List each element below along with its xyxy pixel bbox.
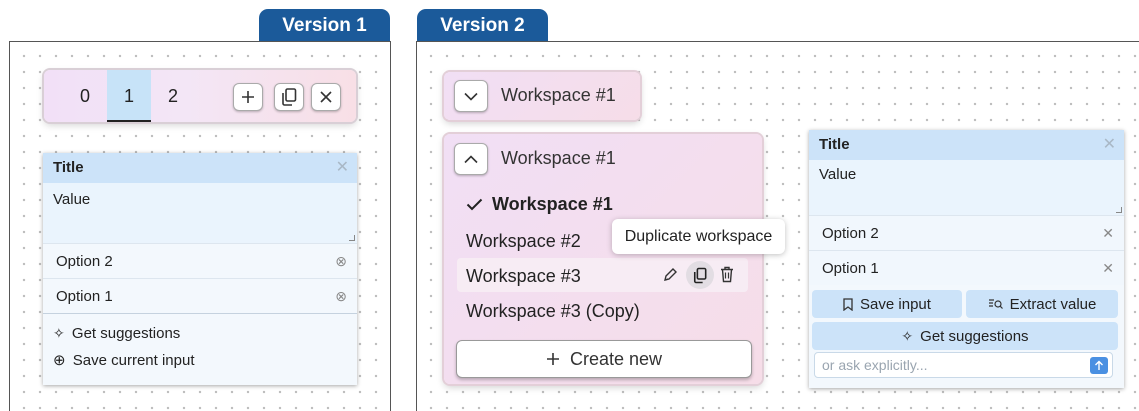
- duplicate-tooltip: Duplicate workspace: [612, 219, 785, 254]
- workspace-item[interactable]: Workspace #3 (Copy): [466, 301, 640, 322]
- collapse-button[interactable]: [454, 143, 488, 175]
- add-button[interactable]: [233, 83, 263, 111]
- close-icon[interactable]: ✕: [1102, 251, 1114, 286]
- copy-button[interactable]: [274, 83, 304, 111]
- close-icon[interactable]: ✕: [336, 153, 349, 183]
- field-title-text: Title: [819, 136, 850, 153]
- rename-button[interactable]: [662, 267, 678, 283]
- duplicate-button[interactable]: [686, 261, 714, 289]
- save-input-label: Save input: [860, 295, 931, 313]
- workspace-item-label: Workspace #3: [466, 266, 581, 286]
- close-icon[interactable]: ✕: [1103, 130, 1116, 160]
- get-suggestions-label: Get suggestions: [71, 325, 181, 342]
- plus-circle-icon: ⊕: [53, 352, 66, 369]
- workspace-item[interactable]: Workspace #2: [466, 231, 581, 252]
- chevron-down-icon: [464, 92, 478, 101]
- trash-icon: [721, 266, 733, 283]
- resize-handle[interactable]: [349, 235, 355, 241]
- plus-icon: [242, 91, 254, 103]
- save-input-button[interactable]: Save input: [812, 290, 962, 318]
- create-new-label: Create new: [569, 348, 663, 369]
- workspace-item-selected[interactable]: Workspace #1: [466, 194, 613, 215]
- get-suggestions-button[interactable]: ✧ Get suggestions: [812, 322, 1118, 350]
- workspace-name: Workspace #1: [501, 148, 616, 168]
- resize-handle[interactable]: [1116, 207, 1122, 213]
- save-current-input-label: Save current input: [72, 352, 195, 369]
- save-current-input-button[interactable]: ⊕ Save current input: [43, 346, 357, 381]
- get-suggestions-button[interactable]: ✧ Get suggestions: [43, 313, 357, 346]
- version-2-tab: Version 2: [417, 9, 548, 41]
- option-row[interactable]: Option 1 ⊗: [43, 278, 357, 313]
- v2-field-card: Title ✕ Value Option 2 ✕ Option 1 ✕ Save…: [809, 130, 1124, 388]
- bookmark-icon: [843, 297, 853, 311]
- tab-2[interactable]: 2: [151, 70, 195, 122]
- sparkle-icon: ✧: [901, 327, 914, 344]
- expand-button[interactable]: [454, 80, 488, 112]
- plus-icon: [546, 353, 559, 365]
- workspace-item-label: Workspace #3 (Copy): [466, 301, 640, 321]
- ask-placeholder: or ask explicitly...: [822, 357, 928, 373]
- copy-icon: [282, 88, 297, 106]
- get-suggestions-label: Get suggestions: [920, 327, 1029, 345]
- tab-1-selected[interactable]: 1: [107, 70, 151, 122]
- tab-0[interactable]: 0: [63, 70, 107, 122]
- version-1-tab: Version 1: [259, 9, 390, 41]
- remove-circle-icon[interactable]: ⊗: [335, 244, 347, 279]
- workspace-item[interactable]: Workspace #3: [466, 266, 581, 287]
- version-tab-bar: 0 1 2: [44, 70, 356, 122]
- option-label: Option 2: [56, 253, 113, 270]
- send-button[interactable]: [1090, 357, 1108, 374]
- copy-icon: [693, 267, 707, 283]
- option-label: Option 1: [56, 288, 113, 305]
- option-label: Option 2: [822, 225, 879, 242]
- v1-field-card: Title ✕ Value Option 2 ⊗ Option 1 ⊗ ✧ Ge…: [43, 153, 357, 385]
- sparkle-icon: ✧: [53, 325, 65, 341]
- option-row[interactable]: Option 2 ✕: [809, 215, 1124, 250]
- close-icon: [320, 91, 332, 103]
- arrow-up-icon: [1095, 360, 1103, 370]
- field-title: Title ✕: [809, 130, 1124, 160]
- value-textarea[interactable]: Value: [43, 183, 357, 243]
- value-text: Value: [819, 166, 857, 183]
- extract-value-button[interactable]: Extract value: [966, 290, 1118, 318]
- remove-circle-icon[interactable]: ⊗: [335, 279, 347, 314]
- workspace-item-label: Workspace #1: [492, 194, 613, 214]
- close-button[interactable]: [311, 83, 341, 111]
- workspace-name: Workspace #1: [501, 85, 616, 105]
- field-title: Title ✕: [43, 153, 357, 183]
- delete-button[interactable]: [720, 266, 734, 283]
- workspace-selector-expanded: Workspace #1 Workspace #1 Workspace #2 W…: [444, 134, 762, 384]
- close-icon[interactable]: ✕: [1102, 216, 1114, 251]
- create-new-button[interactable]: Create new: [456, 340, 752, 378]
- value-text: Value: [53, 191, 91, 208]
- option-row[interactable]: Option 1 ✕: [809, 250, 1124, 285]
- value-textarea[interactable]: Value: [809, 160, 1124, 215]
- extract-value-label: Extract value: [1009, 295, 1097, 313]
- field-title-text: Title: [53, 159, 84, 176]
- workspace-selector-collapsed[interactable]: Workspace #1: [444, 72, 640, 120]
- text-search-icon: [988, 299, 1003, 309]
- ask-input[interactable]: or ask explicitly...: [814, 352, 1113, 378]
- chevron-up-icon: [464, 154, 478, 163]
- pencil-icon: [664, 268, 677, 281]
- option-row[interactable]: Option 2 ⊗: [43, 243, 357, 278]
- workspace-item-label: Workspace #2: [466, 231, 581, 251]
- option-label: Option 1: [822, 260, 879, 277]
- check-icon: [466, 198, 483, 211]
